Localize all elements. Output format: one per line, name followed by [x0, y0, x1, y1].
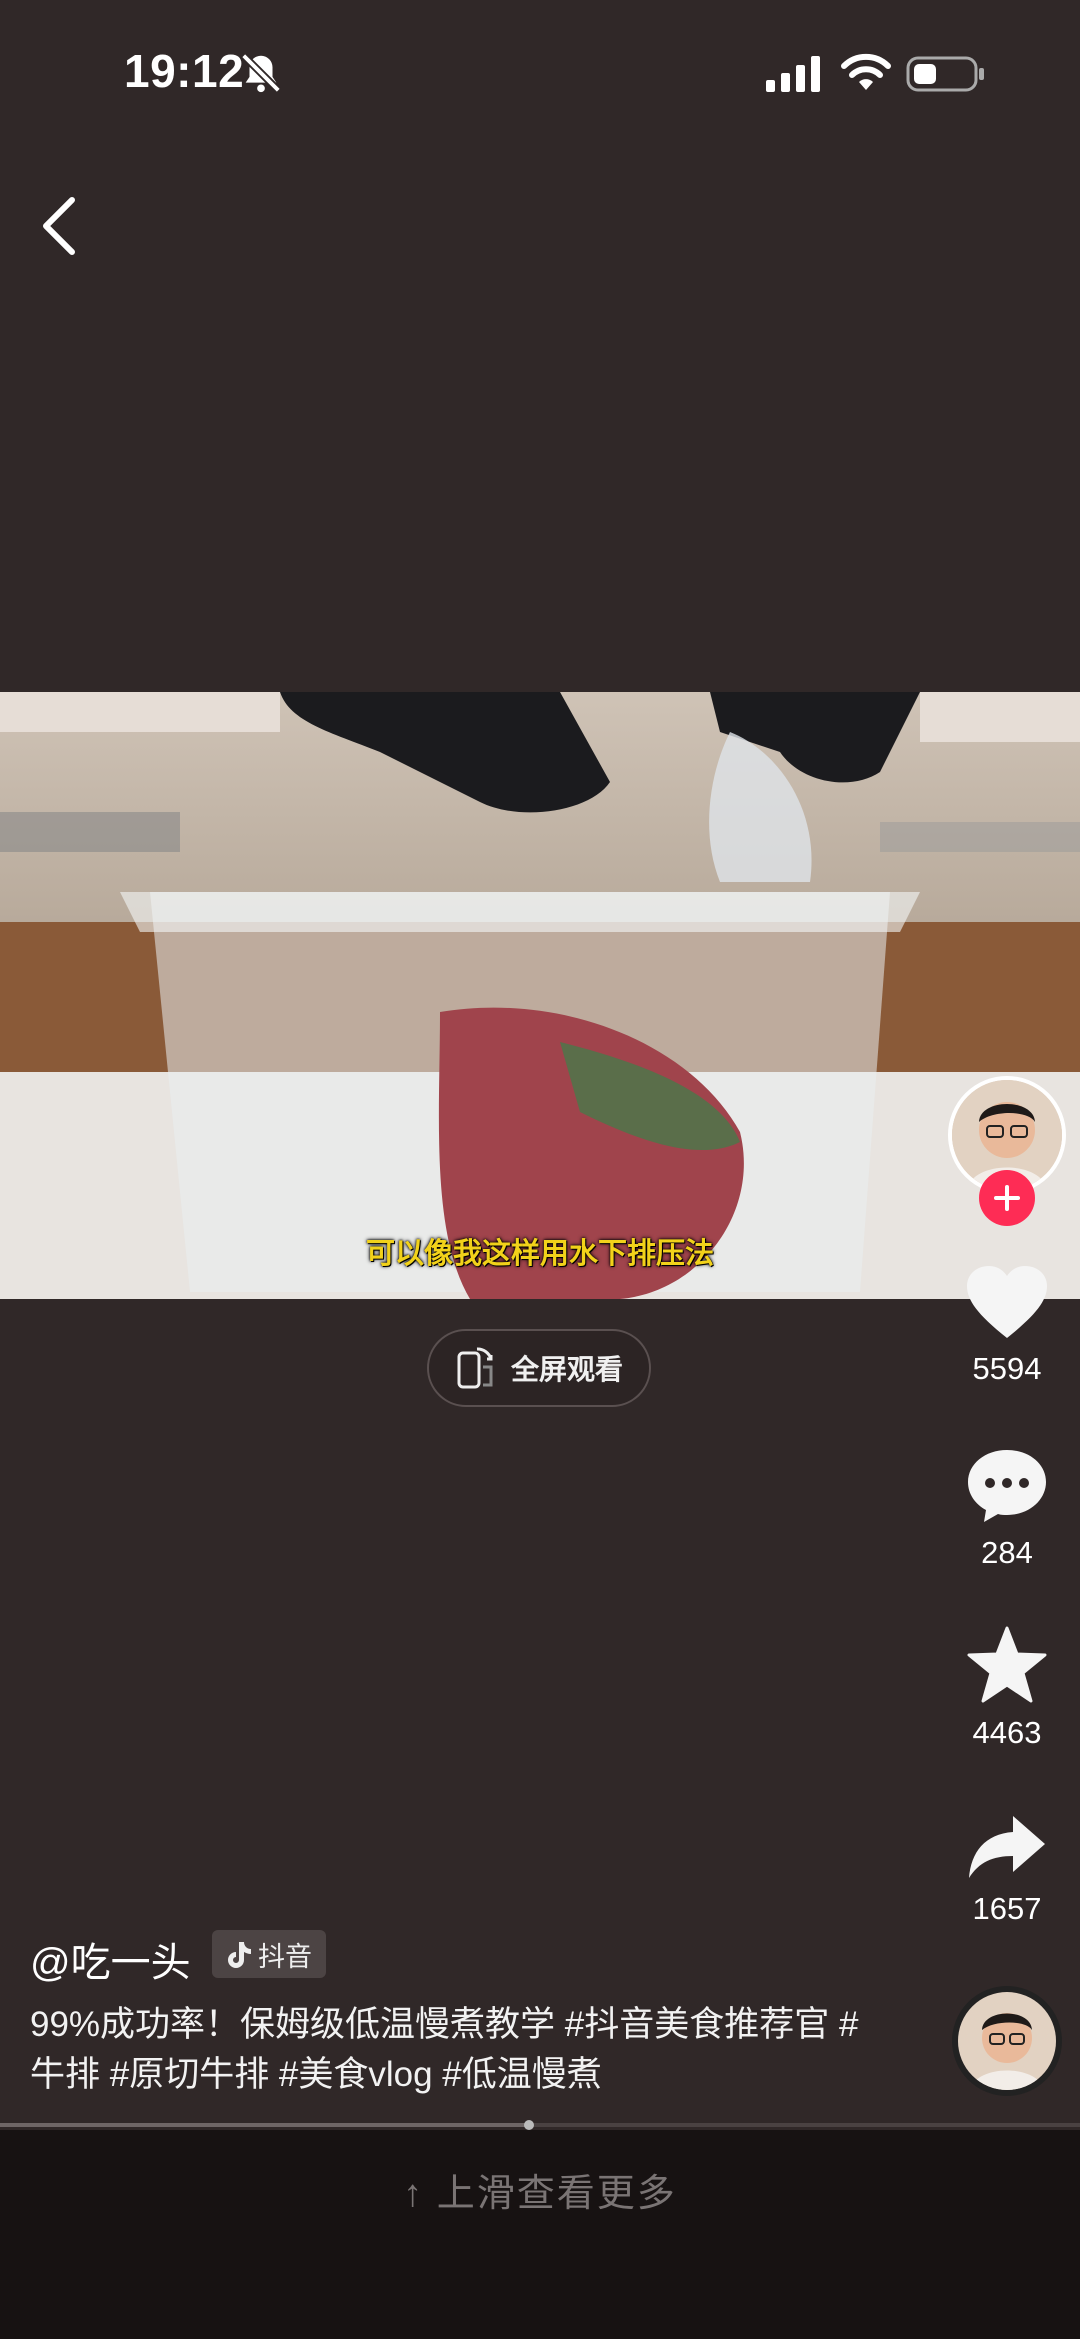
mute-bell-icon [241, 53, 281, 93]
like-count: 5594 [972, 1351, 1042, 1386]
star-icon [967, 1626, 1047, 1703]
video-frame [0, 692, 1080, 1299]
back-button[interactable] [30, 186, 94, 266]
comment-icon [968, 1450, 1046, 1522]
music-cover-avatar [958, 1992, 1056, 2090]
douyin-logo-icon [228, 1942, 251, 1968]
status-time: 19:12 [124, 45, 245, 97]
chevron-left-icon [43, 197, 75, 255]
swipe-up-hint[interactable]: ↑ 上滑查看更多 [0, 2162, 1080, 2217]
share-count: 1657 [972, 1891, 1042, 1926]
video-progress-bar[interactable] [0, 2120, 1080, 2130]
video-progress-fill [0, 2123, 530, 2127]
share-button[interactable]: 1657 [950, 1814, 1064, 1927]
fullscreen-button[interactable]: 全屏观看 [427, 1329, 651, 1407]
comment-button[interactable]: 284 [950, 1448, 1064, 1571]
video-subtitle: 可以像我这样用水下排压法 [365, 1238, 714, 1270]
source-tag[interactable]: 抖音 [212, 1930, 326, 1978]
video-progress-knob[interactable] [524, 2120, 535, 2130]
plus-icon [994, 1185, 1020, 1211]
arrow-up-icon: ↑ [403, 2173, 425, 2215]
heart-icon [967, 1266, 1047, 1338]
like-button[interactable]: 5594 [950, 1264, 1064, 1387]
author-name[interactable]: @吃一头 [30, 1930, 191, 1988]
battery-icon [906, 56, 984, 92]
favorite-button[interactable]: 4463 [950, 1626, 1064, 1751]
fullscreen-label: 全屏观看 [510, 1354, 623, 1385]
favorite-count: 4463 [972, 1715, 1042, 1750]
post-caption[interactable]: 99%成功率！保姆级低温慢煮教学 #抖音美食推荐官 #牛排 #原切牛排 #美食v… [30, 2000, 880, 2100]
share-arrow-icon [969, 1816, 1045, 1878]
rotate-phone-icon [457, 1347, 493, 1389]
signal-icon [766, 56, 820, 92]
wifi-icon [841, 53, 891, 90]
follow-button[interactable] [979, 1170, 1035, 1226]
swipe-hint-label: 上滑查看更多 [436, 2173, 677, 2215]
music-disc[interactable] [952, 1986, 1062, 2096]
comment-count: 284 [981, 1535, 1033, 1570]
video-player[interactable]: 可以像我这样用水下排压法 [0, 692, 1080, 1299]
source-tag-label: 抖音 [258, 1941, 312, 1972]
